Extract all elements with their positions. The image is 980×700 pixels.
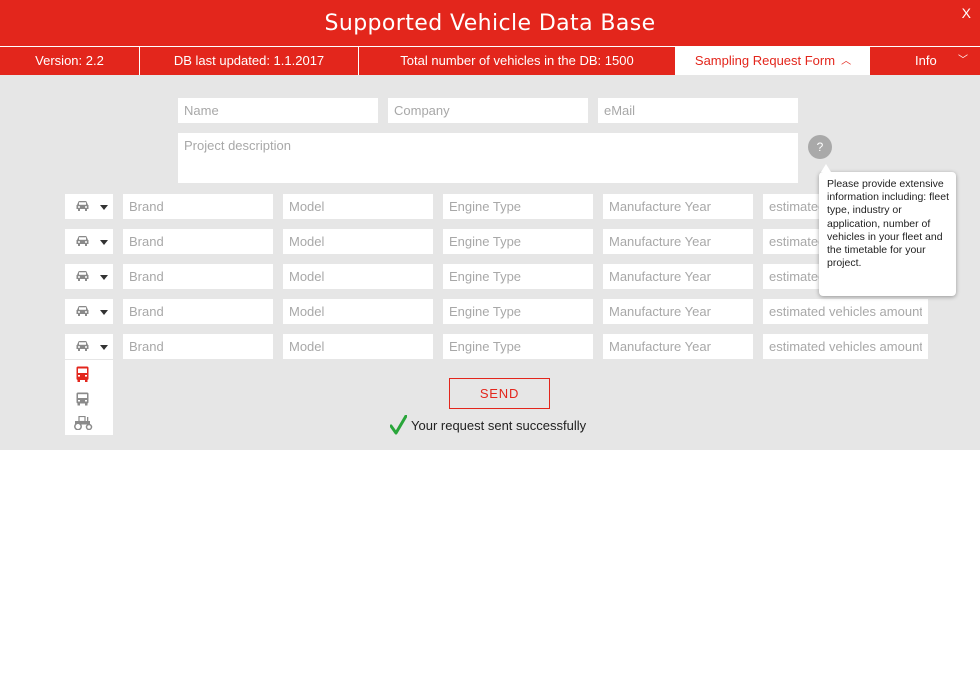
car-icon — [76, 341, 89, 351]
brand-field[interactable] — [123, 299, 273, 324]
vehicles-amount-field[interactable] — [763, 334, 928, 359]
email-field[interactable] — [598, 98, 798, 123]
car-icon — [76, 271, 89, 281]
sampling-tab-label: Sampling Request Form — [694, 53, 836, 68]
project-description-field[interactable] — [178, 133, 798, 183]
engine-type-field[interactable] — [443, 299, 593, 324]
info-tab-label: Info — [915, 53, 937, 68]
engine-type-field[interactable] — [443, 194, 593, 219]
chevron-up-icon: ︿ — [841, 56, 852, 67]
truck-icon[interactable] — [76, 366, 89, 382]
app-title: Supported Vehicle Data Base — [324, 11, 656, 36]
chevron-down-icon — [100, 345, 108, 350]
brand-field[interactable] — [123, 264, 273, 289]
tractor-icon[interactable] — [72, 416, 94, 430]
model-field[interactable] — [283, 229, 433, 254]
chevron-down-icon — [100, 205, 108, 210]
bus-icon[interactable] — [76, 392, 89, 406]
brand-field[interactable] — [123, 334, 273, 359]
model-field[interactable] — [283, 194, 433, 219]
total-vehicles-label: Total number of vehicles in the DB: 1500 — [359, 47, 676, 75]
chevron-down-icon — [100, 275, 108, 280]
car-icon — [76, 236, 89, 246]
vehicle-type-select[interactable] — [65, 229, 113, 254]
chevron-down-icon — [100, 310, 108, 315]
chevron-down-icon: ﹀ — [958, 55, 968, 66]
vehicle-type-select[interactable] — [65, 334, 113, 359]
success-text: Your request sent successfully — [411, 417, 587, 433]
success-message: Your request sent successfully — [390, 415, 586, 435]
tab-sampling-request-form[interactable]: Sampling Request Form ︿ — [676, 47, 870, 75]
version-label: Version: 2.2 — [0, 47, 140, 75]
manufacture-year-field[interactable] — [603, 264, 753, 289]
engine-type-field[interactable] — [443, 334, 593, 359]
vehicle-type-select[interactable] — [65, 264, 113, 289]
help-tooltip: Please provide extensive information inc… — [819, 164, 956, 296]
name-field[interactable] — [178, 98, 378, 123]
send-button[interactable]: SEND — [449, 378, 550, 409]
model-field[interactable] — [283, 264, 433, 289]
engine-type-field[interactable] — [443, 229, 593, 254]
vehicles-amount-field[interactable] — [763, 299, 928, 324]
manufacture-year-field[interactable] — [603, 334, 753, 359]
brand-field[interactable] — [123, 194, 273, 219]
vehicle-type-dropdown — [65, 360, 113, 435]
vehicle-type-select[interactable] — [65, 299, 113, 324]
db-updated-label: DB last updated: 1.1.2017 — [140, 47, 359, 75]
tab-info[interactable]: Info ﹀ — [870, 47, 980, 75]
app-window: Supported Vehicle Data Base X Version: 2… — [0, 0, 980, 700]
help-icon[interactable]: ? — [808, 135, 832, 159]
model-field[interactable] — [283, 299, 433, 324]
info-bar: Version: 2.2 DB last updated: 1.1.2017 T… — [0, 46, 980, 75]
manufacture-year-field[interactable] — [603, 194, 753, 219]
engine-type-field[interactable] — [443, 264, 593, 289]
car-icon — [76, 201, 89, 211]
manufacture-year-field[interactable] — [603, 299, 753, 324]
vehicle-type-select[interactable] — [65, 194, 113, 219]
chevron-down-icon — [100, 240, 108, 245]
car-icon — [76, 306, 89, 316]
brand-field[interactable] — [123, 229, 273, 254]
checkmark-icon — [390, 415, 407, 435]
model-field[interactable] — [283, 334, 433, 359]
manufacture-year-field[interactable] — [603, 229, 753, 254]
company-field[interactable] — [388, 98, 588, 123]
app-header: Supported Vehicle Data Base X — [0, 0, 980, 46]
close-button[interactable]: X — [962, 5, 971, 21]
